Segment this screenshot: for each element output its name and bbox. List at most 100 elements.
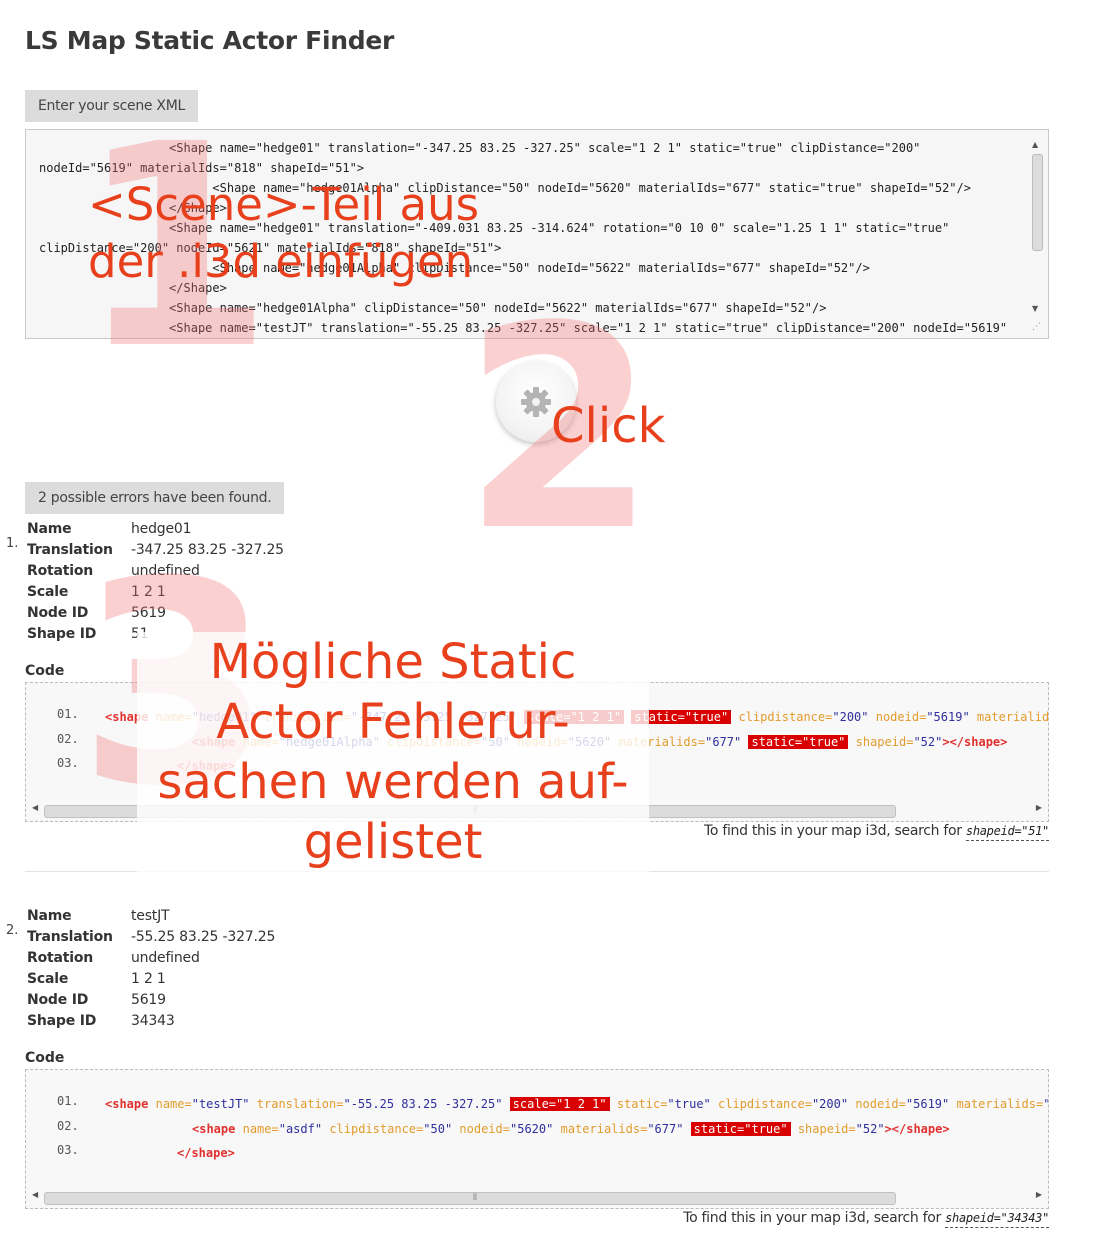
scrollbar-thumb[interactable]: ⦀ (44, 1192, 896, 1205)
code-block[interactable]: 01. <shape name="testJT" translation="-55… (25, 1069, 1049, 1209)
scroll-up-icon[interactable]: ▲ (1032, 140, 1038, 149)
error-number: 1. (6, 536, 19, 551)
xml-line[interactable]: <Shape name="hedge01" translation="-409.… (39, 218, 1024, 238)
scroll-right-icon[interactable]: ▶ (1036, 1190, 1042, 1199)
property-value: 5619 (131, 605, 166, 621)
code-token: "hedge01" (191, 710, 257, 724)
xml-line[interactable]: <Shape name="testJT" translation="-55.25… (39, 318, 1024, 334)
code-token: "5620" (510, 1121, 554, 1136)
property-key: Shape ID (27, 626, 97, 642)
code-text: <shape name="hedge01" translation="-347.… (105, 705, 1048, 729)
line-number: 02. (57, 1118, 79, 1133)
code-token: shapeid (797, 1121, 849, 1136)
code-line: 02. <shape name="asdf" clipdistance="50" … (26, 1117, 1048, 1142)
code-token: "677" (647, 1121, 684, 1136)
property-value: undefined (131, 950, 200, 966)
property-row: Shape ID 51 (27, 624, 284, 645)
property-value: 5619 (131, 992, 166, 1008)
line-number: 01. (57, 707, 79, 721)
xml-line[interactable]: </Shape> (39, 278, 1024, 298)
xml-line[interactable]: <Shape name="hedge01Alpha" clipDistance=… (39, 298, 1024, 318)
search-hint: To find this in your map i3d, search for… (683, 1210, 1049, 1228)
code-token: = (848, 1121, 856, 1136)
code-token: name (155, 1097, 185, 1111)
property-row: Scale 1 2 1 (27, 969, 275, 990)
code-token: "asdf" (278, 1121, 323, 1136)
code-token: "true" (667, 1097, 711, 1111)
property-row: Translation -55.25 83.25 -327.25 (27, 927, 275, 948)
grip-icon: ⦀ (473, 1193, 477, 1203)
property-value: 51 (131, 626, 149, 642)
property-value: 1 2 1 (131, 971, 166, 987)
code-token: "hedge01Alpha" (278, 734, 380, 749)
property-row: Scale 1 2 1 (27, 582, 284, 603)
highlighted-attribute: scale="1 2 1" (509, 1097, 610, 1111)
code-heading: Code (25, 1050, 65, 1066)
search-hint-text: To find this in your map i3d, search for (704, 823, 962, 839)
xml-line[interactable]: clipDistance="200" nodeId="5621" materia… (39, 238, 1024, 258)
code-token: "200" (811, 1097, 849, 1111)
scene-xml-content[interactable]: <Shape name="hedge01" translation="-347.… (39, 138, 1024, 334)
scroll-down-icon[interactable]: ▼ (1032, 304, 1038, 313)
xml-line[interactable]: <Shape name="hedge01Alpha" clipDistance=… (39, 178, 1024, 198)
code-token: " (1043, 1097, 1048, 1111)
code-token: "5619" (926, 710, 970, 724)
property-value: 34343 (131, 1013, 175, 1029)
find-errors-button[interactable] (496, 362, 576, 442)
code-token: ></shape> (884, 1121, 950, 1136)
scrollbar-thumb[interactable]: ⦀ (44, 805, 896, 818)
code-token: clipdistance (387, 734, 474, 749)
xml-line[interactable]: </Shape> (39, 198, 1024, 218)
property-value: -347.25 83.25 -327.25 (131, 542, 284, 558)
property-row: Name testJT (27, 906, 275, 927)
code-block[interactable]: 01. <shape name="hedge01" translation="-3… (25, 682, 1049, 822)
code-token: = (184, 710, 192, 724)
xml-line[interactable]: <Shape name="hedge01" translation="-347.… (39, 138, 1024, 158)
code-token: ></shape> (942, 734, 1008, 749)
search-term: shapeid="34343" (945, 1211, 1049, 1228)
scrollbar-thumb[interactable] (1032, 154, 1043, 251)
line-number: 02. (57, 731, 79, 746)
textarea-vertical-scrollbar[interactable]: ▲ ▼ ⋰ (1026, 130, 1048, 338)
property-row: Translation -347.25 83.25 -327.25 (27, 540, 284, 561)
scroll-right-icon[interactable]: ▶ (1036, 803, 1042, 812)
code-text: <shape name="hedge01Alpha" clipdistance=… (192, 730, 1007, 754)
search-hint: To find this in your map i3d, search for… (704, 823, 1049, 841)
code-token: "677" (705, 734, 742, 749)
code-line: 01. <shape name="hedge01" translation="-3… (26, 705, 1048, 730)
code-token: "50" (481, 734, 510, 749)
page-title: LS Map Static Actor Finder (25, 26, 395, 55)
code-token: </shape> (177, 1146, 235, 1160)
highlighted-attribute: static="true" (748, 734, 849, 749)
error-item: 2. Name testJT Translation -55.25 83.25 -327… (0, 906, 1097, 1236)
code-horizontal-scrollbar[interactable]: ◀ ⦀ ▶ (26, 802, 1048, 818)
code-token: "52" (913, 734, 943, 749)
xml-line[interactable]: <Shape name="hedge01Alpha" clipDistance=… (39, 258, 1024, 278)
code-token: "-347.25 83.25 -327.25" (350, 710, 517, 724)
line-number: 01. (57, 1094, 79, 1108)
xml-line[interactable]: nodeId="5619" materialIds="818" shapeId=… (39, 158, 1024, 178)
scroll-left-icon[interactable]: ◀ (32, 803, 38, 812)
resize-grip-icon[interactable]: ⋰ (1032, 322, 1041, 332)
scene-xml-textarea[interactable]: <Shape name="hedge01" translation="-347.… (25, 129, 1049, 339)
property-row: Rotation undefined (27, 948, 275, 969)
gear-icon (521, 387, 551, 417)
property-key: Rotation (27, 563, 94, 579)
code-heading: Code (25, 663, 65, 679)
property-row: Node ID 5619 (27, 603, 284, 624)
scroll-left-icon[interactable]: ◀ (32, 1190, 38, 1199)
code-token: = (343, 710, 351, 724)
code-horizontal-scrollbar[interactable]: ◀ ⦀ ▶ (26, 1189, 1048, 1205)
code-token: materialids (618, 734, 698, 749)
highlighted-attribute: scale="1 2 1" (524, 710, 625, 724)
